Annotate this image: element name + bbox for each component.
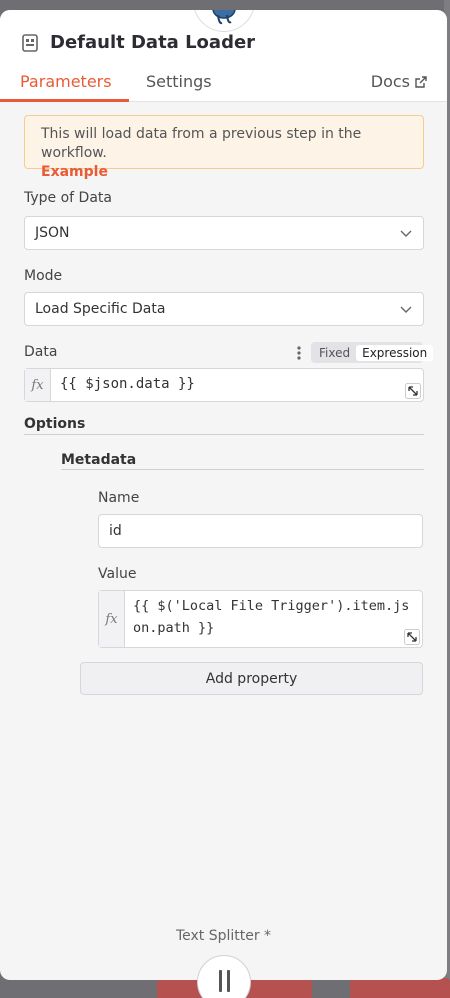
toggle-fixed[interactable]: Fixed — [313, 346, 356, 360]
chevron-down-icon — [400, 306, 412, 313]
name-input[interactable]: id — [98, 514, 423, 548]
info-notice: This will load data from a previous step… — [24, 115, 424, 180]
type-of-data-select[interactable]: JSON — [24, 216, 424, 250]
value-expression-text: {{ $('Local File Trigger').item.js on.pa… — [133, 595, 409, 639]
data-label: Data — [24, 344, 58, 360]
expand-icon[interactable] — [405, 383, 421, 399]
options-label: Options — [24, 416, 86, 432]
type-of-data-label: Type of Data — [24, 190, 112, 206]
document-icon — [22, 34, 38, 52]
add-property-button[interactable]: Add property — [80, 662, 423, 695]
value-expression-line-2: on.path }} — [133, 620, 215, 636]
name-value: id — [109, 523, 122, 539]
mode-select[interactable]: Load Specific Data — [24, 292, 424, 326]
chevron-down-icon — [400, 230, 412, 237]
notice-text: This will load data from a previous step… — [41, 126, 362, 161]
more-options-icon[interactable] — [297, 346, 301, 360]
value-label: Value — [98, 566, 137, 582]
canvas-node-partial-right — [350, 978, 450, 998]
next-node-label: Text Splitter * — [175, 928, 272, 944]
name-label: Name — [98, 490, 140, 506]
active-tab-indicator — [0, 99, 129, 102]
metadata-label: Metadata — [61, 452, 137, 468]
fx-icon: fx — [99, 591, 125, 647]
expand-icon[interactable] — [404, 629, 420, 645]
tab-docs[interactable]: Docs — [371, 72, 427, 91]
tab-bar: Parameters Settings Docs — [0, 68, 447, 102]
options-divider — [24, 434, 424, 435]
fx-icon: fx — [25, 369, 51, 401]
external-link-icon — [415, 75, 427, 88]
value-expression-input[interactable]: fx {{ $('Local File Trigger').item.js on… — [98, 590, 423, 648]
metadata-divider — [61, 469, 424, 470]
fixed-expression-toggle: Fixed Expression — [311, 342, 434, 363]
handle-bar-right — [226, 970, 230, 992]
node-settings-panel: Default Data Loader Parameters Settings … — [0, 10, 447, 980]
handle-bar-left — [218, 970, 222, 992]
value-expression-line-1: {{ $('Local File Trigger').item.js — [133, 598, 410, 614]
toggle-expression[interactable]: Expression — [356, 344, 434, 361]
tab-settings[interactable]: Settings — [146, 72, 212, 91]
page-title[interactable]: Default Data Loader — [50, 32, 255, 53]
mode-label: Mode — [24, 268, 63, 284]
data-expression-value: {{ $json.data }} — [60, 376, 195, 392]
tab-parameters[interactable]: Parameters — [20, 72, 112, 91]
mode-value: Load Specific Data — [35, 301, 166, 317]
data-expression-input[interactable]: fx {{ $json.data }} — [24, 368, 424, 402]
example-link[interactable]: Example — [41, 163, 407, 182]
docs-label: Docs — [370, 72, 410, 91]
type-of-data-value: JSON — [35, 225, 70, 241]
